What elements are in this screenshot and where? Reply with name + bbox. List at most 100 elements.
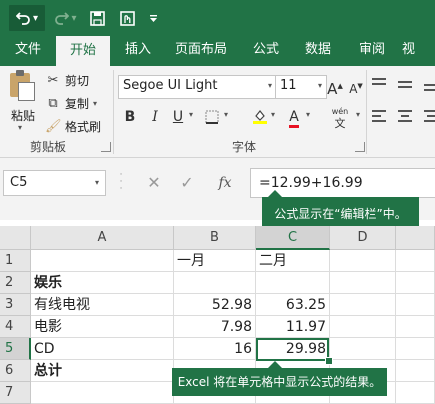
chevron-down-icon[interactable]: ▾ <box>95 171 99 195</box>
paste-label: 粘贴 <box>11 109 36 123</box>
fill-color-button[interactable] <box>249 106 271 128</box>
chevron-down-icon[interactable]: ▾ <box>189 110 193 119</box>
align-bottom-button[interactable] <box>424 78 435 92</box>
italic-button[interactable]: I <box>144 106 166 128</box>
cell-c1[interactable]: 二月 <box>256 250 330 272</box>
cell-a7[interactable] <box>31 382 174 404</box>
tab-data[interactable]: 数据 <box>296 36 340 66</box>
save-button[interactable] <box>86 5 108 31</box>
customize-quick-access-button[interactable] <box>146 5 160 31</box>
cell-c3[interactable]: 63.25 <box>256 294 330 316</box>
tab-page-layout[interactable]: 页面布局 <box>166 36 236 66</box>
row-header-3[interactable]: 3 <box>0 294 31 316</box>
cell-a6[interactable]: 总计 <box>31 360 174 382</box>
chevron-down-icon[interactable]: ▾ <box>18 123 22 132</box>
cell-b5[interactable]: 16 <box>174 338 256 360</box>
row-header-6[interactable]: 6 <box>0 360 31 382</box>
font-name-value: Segoe UI Light <box>123 78 218 93</box>
cell-e3[interactable] <box>396 294 435 316</box>
align-left-button[interactable] <box>372 110 390 126</box>
cell-e1[interactable] <box>396 250 435 272</box>
column-header-b[interactable]: B <box>174 226 256 250</box>
redo-dropdown-icon[interactable]: ▾ <box>71 13 76 24</box>
row-header-7[interactable]: 7 <box>0 382 31 404</box>
paste-button[interactable]: 粘贴 ▾ <box>6 70 38 132</box>
column-header-a[interactable]: A <box>31 226 174 250</box>
tab-insert[interactable]: 插入 <box>116 36 160 66</box>
cell-b3[interactable]: 52.98 <box>174 294 256 316</box>
cell-d3[interactable] <box>330 294 396 316</box>
column-header-e[interactable] <box>396 226 435 250</box>
borders-icon <box>205 110 219 124</box>
cell-a5[interactable]: CD <box>31 338 174 360</box>
tab-view[interactable]: 视 <box>402 36 435 66</box>
cell-e4[interactable] <box>396 316 435 338</box>
cell-d4[interactable] <box>330 316 396 338</box>
align-top-button[interactable] <box>372 78 390 92</box>
cell-e5[interactable] <box>396 338 435 360</box>
align-middle-button[interactable] <box>398 78 416 92</box>
font-size-combo[interactable]: 11 ▾ <box>275 75 327 99</box>
touch-mode-button[interactable] <box>116 5 138 31</box>
underline-button[interactable]: U <box>167 106 189 128</box>
cell-e6[interactable] <box>396 360 435 382</box>
tab-review[interactable]: 审阅 <box>350 36 394 66</box>
phonetic-guide-button[interactable]: wén 文 <box>325 106 355 130</box>
align-center-button[interactable] <box>398 110 416 126</box>
align-line-icon <box>372 83 386 85</box>
tab-home[interactable]: 开始 <box>56 36 110 68</box>
cell-d1[interactable] <box>330 250 396 272</box>
chevron-down-icon[interactable]: ▾ <box>271 110 275 119</box>
row-header-1[interactable]: 1 <box>0 250 31 272</box>
fill-handle[interactable] <box>325 357 333 365</box>
dialog-launcher-icon[interactable] <box>355 142 365 152</box>
redo-button[interactable]: ▾ <box>51 5 81 31</box>
borders-button[interactable] <box>201 106 223 128</box>
cell-b1[interactable]: 一月 <box>174 250 256 272</box>
row-header-5[interactable]: 5 <box>0 338 31 360</box>
enter-icon[interactable]: ✓ <box>178 171 196 195</box>
tab-formulas[interactable]: 公式 <box>244 36 288 66</box>
copy-button[interactable]: ⧉ 复制 ▾ <box>45 93 97 113</box>
align-right-button[interactable] <box>424 110 435 126</box>
cell-a2[interactable]: 娱乐 <box>31 272 174 294</box>
row-header-2[interactable]: 2 <box>0 272 31 294</box>
name-box[interactable]: C5 ▾ <box>3 170 106 196</box>
chevron-down-icon[interactable]: ▾ <box>318 76 322 96</box>
column-header-c[interactable]: C <box>256 226 330 250</box>
cell-c2[interactable] <box>256 272 330 294</box>
font-name-combo[interactable]: Segoe UI Light ▾ <box>118 75 277 99</box>
column-header-d[interactable]: D <box>330 226 396 250</box>
chevron-down-icon[interactable]: ▾ <box>224 110 228 119</box>
undo-button[interactable]: ▾ <box>9 5 45 31</box>
chevron-down-icon[interactable]: ▾ <box>356 110 360 119</box>
cell-d2[interactable] <box>330 272 396 294</box>
select-all-corner[interactable] <box>0 226 31 250</box>
chevron-down-icon[interactable]: ▾ <box>306 110 310 119</box>
row-header-4[interactable]: 4 <box>0 316 31 338</box>
chevron-down-icon[interactable]: ▾ <box>268 76 272 96</box>
grow-font-button[interactable]: A▲ <box>324 75 346 98</box>
cell-e7[interactable] <box>396 382 435 404</box>
font-color-button[interactable]: A <box>283 106 305 128</box>
format-painter-button[interactable]: 🖌 格式刷 <box>45 116 101 136</box>
cell-e2[interactable] <box>396 272 435 294</box>
cell-c4[interactable]: 11.97 <box>256 316 330 338</box>
formula-bar-resize-handle[interactable]: · · · <box>117 171 125 194</box>
cancel-icon[interactable]: ✕ <box>145 171 163 195</box>
cell-b2[interactable] <box>174 272 256 294</box>
cell-b4[interactable]: 7.98 <box>174 316 256 338</box>
bold-button[interactable]: B <box>119 106 141 128</box>
dialog-launcher-icon[interactable] <box>101 142 111 152</box>
cell-a4[interactable]: 电影 <box>31 316 174 338</box>
shrink-font-button[interactable]: A▼ <box>345 75 367 97</box>
cut-button[interactable]: ✂ 剪切 <box>45 70 89 90</box>
cell-a3[interactable]: 有线电视 <box>31 294 174 316</box>
tab-file[interactable]: 文件 <box>6 36 50 66</box>
cell-a1[interactable] <box>31 250 174 272</box>
undo-dropdown-icon[interactable]: ▾ <box>33 13 38 24</box>
cell-d5[interactable] <box>330 338 396 360</box>
chevron-down-icon[interactable]: ▾ <box>93 99 97 108</box>
font-size-value: 11 <box>280 78 297 93</box>
insert-function-icon[interactable]: fx <box>214 171 236 195</box>
